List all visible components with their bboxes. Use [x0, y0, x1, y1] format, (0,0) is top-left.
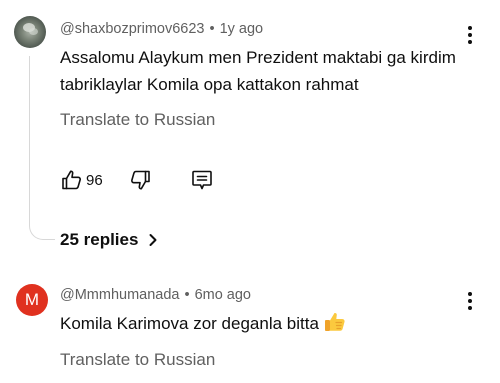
comment-item: @shaxbozprimov6623 • 1y ago Assalomu Alayk…: [0, 0, 500, 262]
thumbs-down-icon: [131, 170, 150, 190]
comment-text: Komila Karimova zor deganla bitta: [60, 310, 460, 342]
chevron-right-icon: [149, 234, 157, 246]
more-options-button[interactable]: [462, 24, 478, 46]
dislike-button[interactable]: [128, 168, 152, 192]
avatar[interactable]: [14, 16, 46, 48]
avatar[interactable]: M: [16, 284, 48, 316]
comment-item: M @Mmmhumanada • 6mo ago Komila Karimova z…: [0, 262, 500, 383]
comment-timestamp[interactable]: 1y ago: [220, 21, 264, 37]
meta-separator: •: [209, 21, 215, 37]
author-handle[interactable]: @Mmmhumanada: [60, 287, 179, 303]
like-count: 96: [86, 172, 103, 189]
thread-line: [29, 56, 55, 240]
meta-separator: •: [184, 287, 190, 303]
comment-meta: @Mmmhumanada • 6mo ago: [60, 287, 251, 303]
thumbs-up-icon: [62, 170, 81, 190]
author-handle[interactable]: @shaxbozprimov6623: [60, 21, 205, 37]
reply-icon: [192, 170, 212, 190]
more-options-button[interactable]: [462, 290, 478, 312]
comment-meta: @shaxbozprimov6623 • 1y ago: [60, 21, 263, 37]
reply-button[interactable]: [190, 168, 214, 192]
replies-label: 25 replies: [60, 230, 139, 249]
translate-button[interactable]: Translate to Russian: [60, 350, 215, 370]
view-replies-button[interactable]: 25 replies: [60, 230, 159, 250]
like-button[interactable]: [60, 168, 84, 192]
comment-text-content: Komila Karimova zor deganla bitta: [60, 314, 319, 333]
comment-text: Assalomu Alaykum men Prezident maktabi g…: [60, 48, 456, 94]
thumbs-up-emoji-icon: [323, 310, 347, 342]
translate-button[interactable]: Translate to Russian: [60, 110, 215, 130]
comment-timestamp[interactable]: 6mo ago: [195, 287, 251, 303]
